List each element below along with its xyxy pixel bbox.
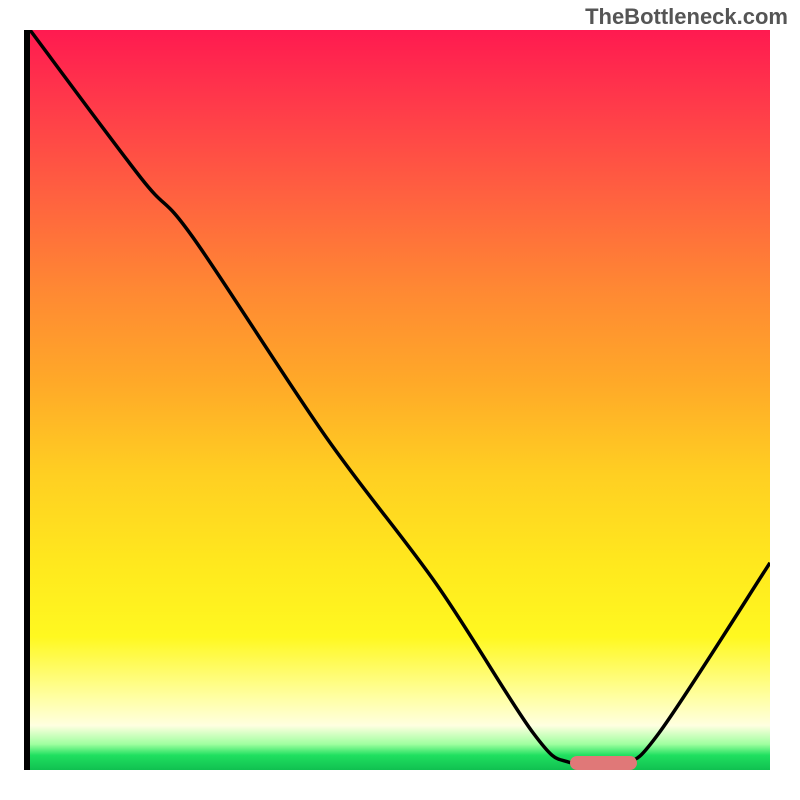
optimal-range-marker	[570, 756, 637, 770]
watermark-text: TheBottleneck.com	[585, 4, 788, 30]
plot-area	[30, 30, 770, 770]
bottleneck-curve	[30, 30, 770, 770]
